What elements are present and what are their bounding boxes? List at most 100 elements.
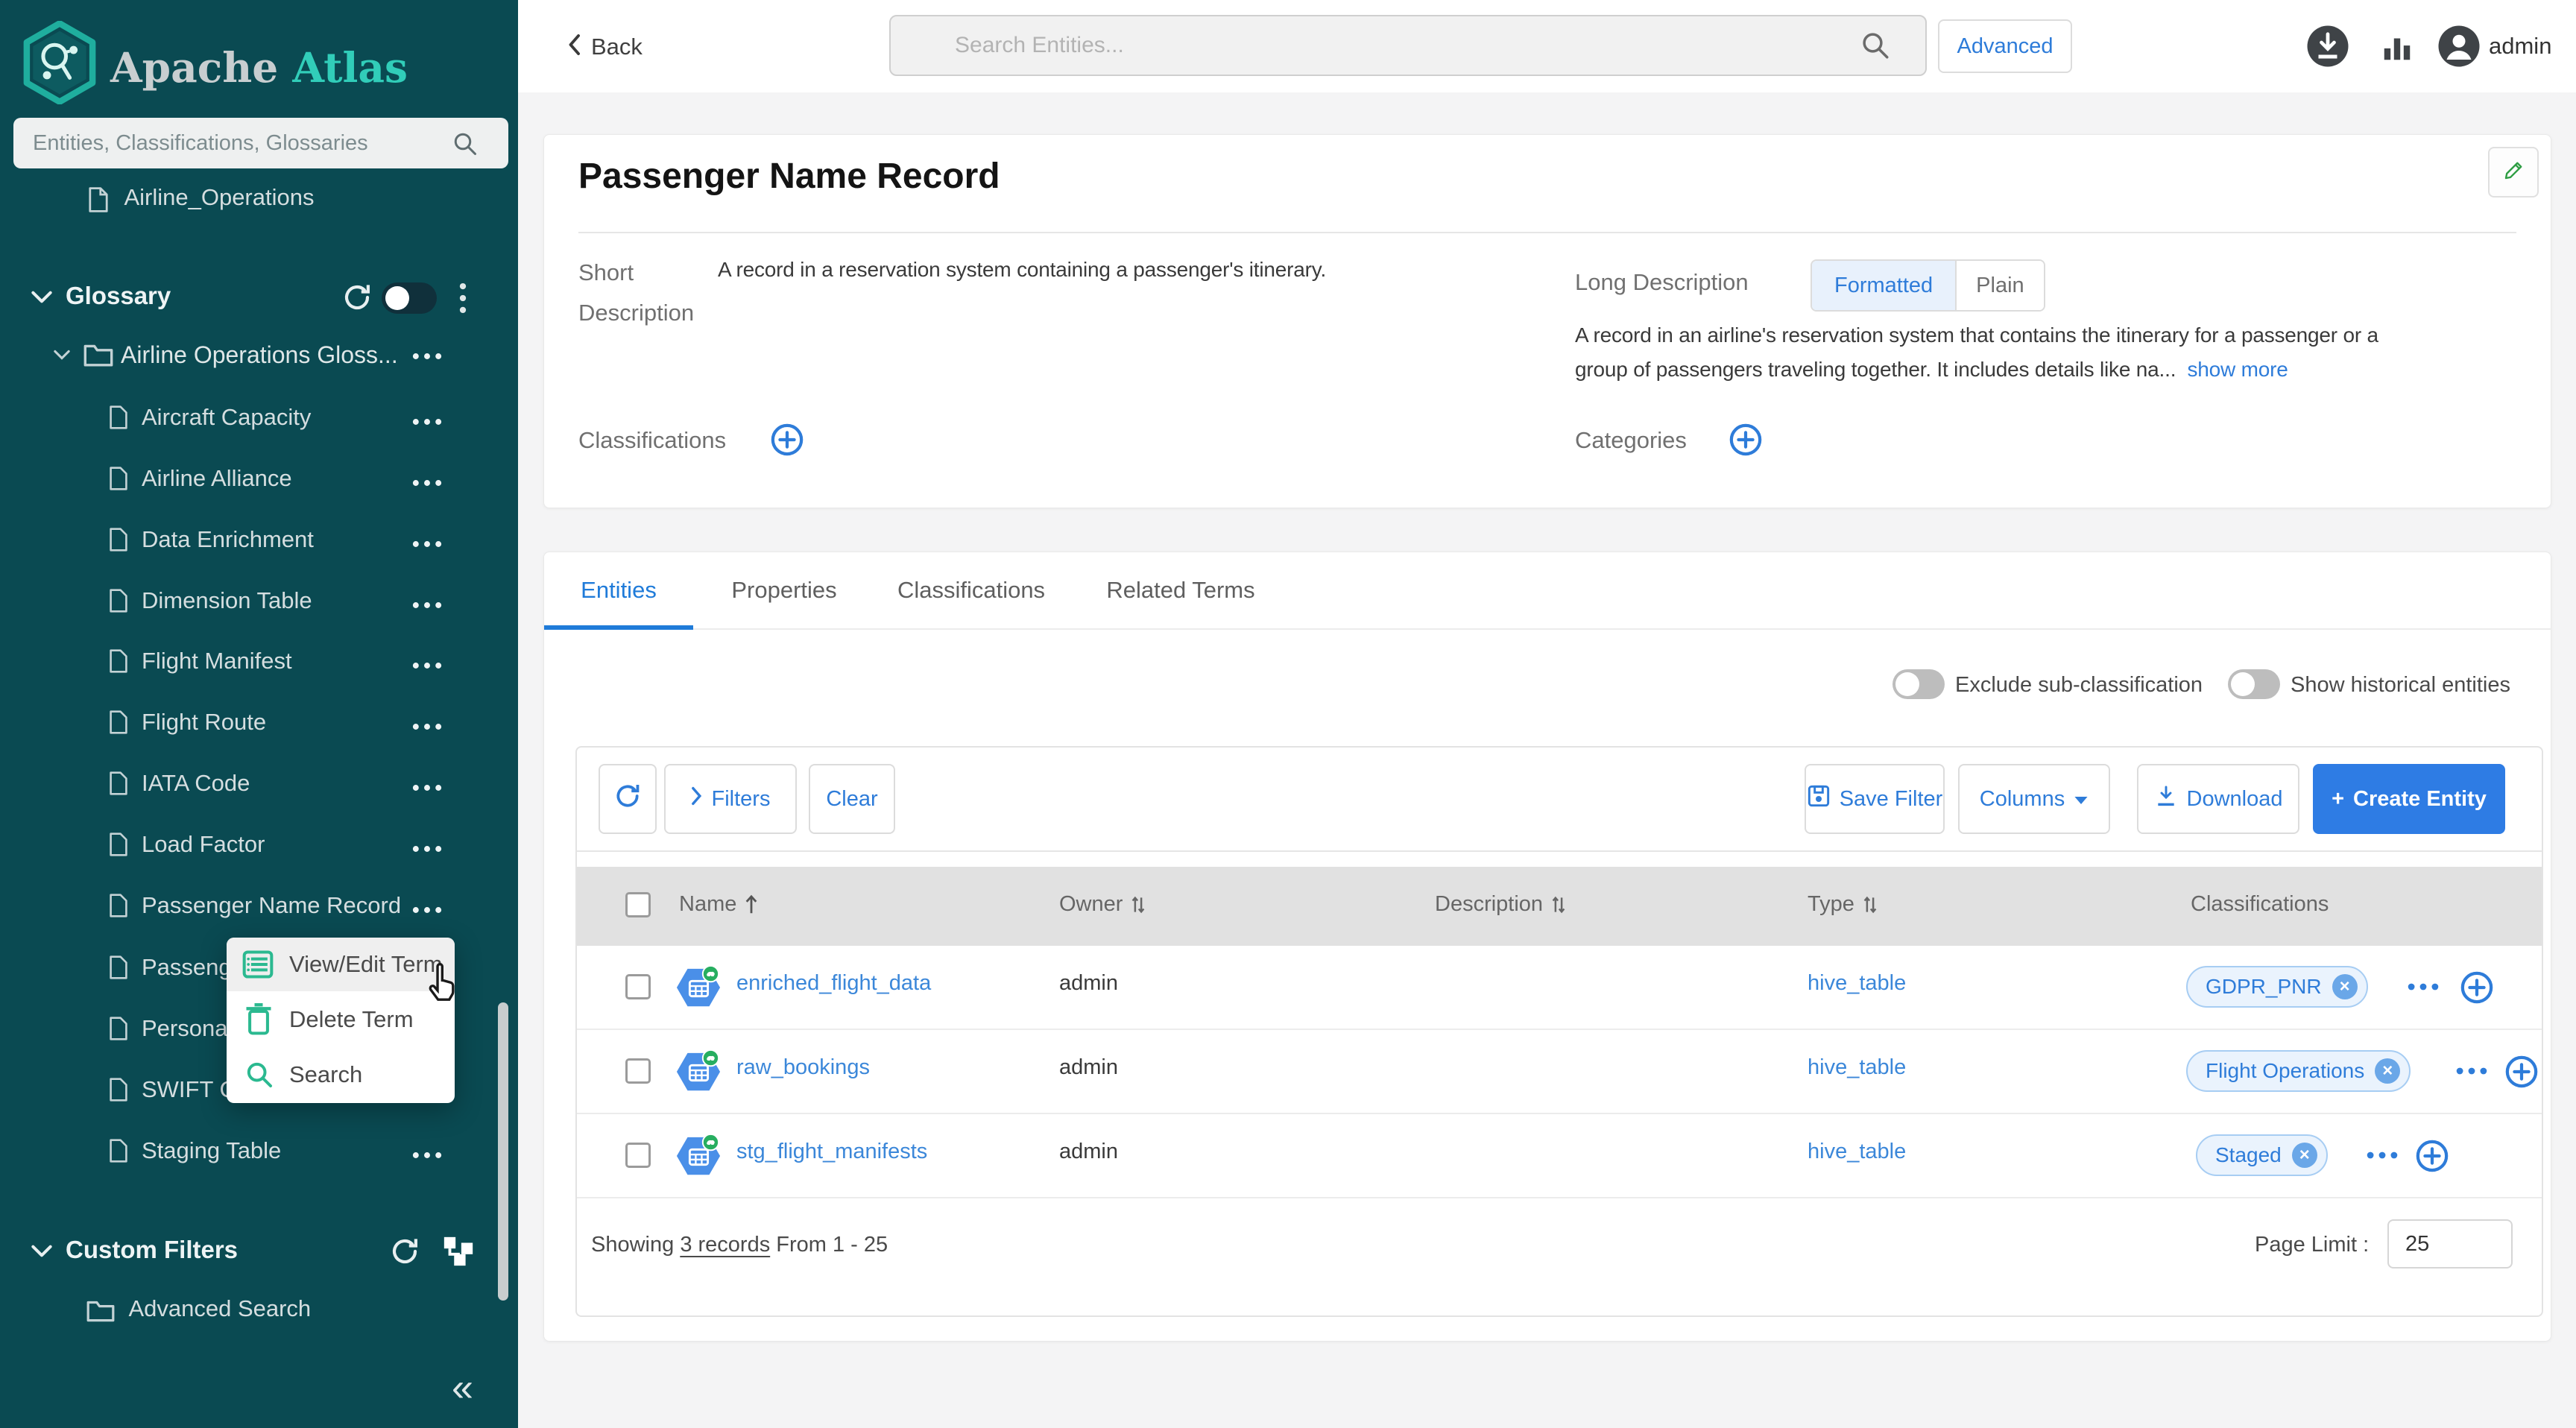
term-row[interactable]: Dimension Table	[0, 586, 518, 619]
classification-pill[interactable]: GDPR_PNR×	[2186, 966, 2368, 1008]
tab-properties[interactable]: Properties	[710, 552, 859, 628]
term-context-menu: View/Edit Term Delete Term Search	[227, 938, 455, 1103]
import-export-icon[interactable]	[2305, 24, 2350, 72]
sidebar-search-icon[interactable]	[452, 130, 479, 161]
row-ellipsis-menu-icon[interactable]	[2407, 982, 2440, 995]
exclude-sub-classification-toggle[interactable]	[1892, 669, 1945, 699]
refresh-results-button[interactable]	[599, 764, 657, 834]
format-toggle-plain[interactable]: Plain	[1957, 261, 2044, 310]
classification-pill[interactable]: Staged×	[2196, 1134, 2328, 1176]
remove-classification-icon[interactable]: ×	[2292, 1143, 2317, 1168]
tab-related-terms[interactable]: Related Terms	[1087, 552, 1275, 628]
glossary-root-label[interactable]: Airline Operations Gloss...	[121, 341, 398, 369]
clear-filters-button[interactable]: Clear	[809, 764, 895, 834]
select-all-checkbox[interactable]	[625, 892, 651, 917]
term-row[interactable]: Staging Table	[0, 1136, 518, 1169]
user-avatar-icon[interactable]	[2437, 24, 2481, 72]
column-header-description[interactable]: Description	[1435, 892, 1567, 917]
download-button[interactable]: Download	[2137, 764, 2299, 834]
hierarchy-icon[interactable]	[441, 1234, 476, 1272]
type-link[interactable]: hive_table	[1808, 1140, 1906, 1164]
records-summary: Showing 3 records From 1 - 25	[591, 1233, 888, 1257]
term-row[interactable]: Data Enrichment	[0, 525, 518, 557]
format-toggle-formatted[interactable]: Formatted	[1812, 261, 1957, 310]
tab-classifications[interactable]: Classifications	[878, 552, 1064, 628]
glossary-section-header[interactable]: Glossary	[66, 282, 171, 310]
custom-filters-header[interactable]: Custom Filters	[66, 1236, 238, 1264]
entity-search-icon[interactable]	[1860, 30, 1891, 65]
row-ellipsis-menu-icon[interactable]	[2366, 1150, 2399, 1163]
edit-term-button[interactable]	[2488, 147, 2539, 198]
tree-item-airline-operations[interactable]: Airline_Operations	[88, 184, 314, 212]
row-checkbox[interactable]	[625, 1058, 651, 1084]
custom-filters-chevron-icon[interactable]	[31, 1245, 52, 1261]
hive-table-entity-icon	[675, 1133, 722, 1183]
menu-item-search[interactable]: Search	[227, 1048, 455, 1102]
long-description-label: Long Description	[1575, 269, 1749, 296]
remove-classification-icon[interactable]: ×	[2332, 974, 2358, 999]
menu-item-view-edit-term[interactable]: View/Edit Term	[227, 938, 455, 991]
column-header-name[interactable]: Name	[679, 892, 759, 917]
advanced-search-button[interactable]: Advanced	[1938, 19, 2072, 73]
column-header-type[interactable]: Type	[1808, 892, 1878, 917]
create-entity-button[interactable]: + Create Entity	[2313, 764, 2505, 834]
owner-cell: admin	[1059, 971, 1118, 996]
add-classification-icon[interactable]	[2504, 1055, 2539, 1093]
sidebar-search-input[interactable]	[13, 118, 508, 168]
term-row[interactable]: Aircraft Capacity	[0, 402, 518, 435]
divider	[577, 850, 2542, 852]
entity-name-link[interactable]: stg_flight_manifests	[736, 1140, 927, 1164]
add-classification-icon[interactable]	[770, 423, 804, 461]
sidebar-item-advanced-search[interactable]: Advanced Search	[86, 1295, 311, 1322]
ellipsis-menu-icon[interactable]	[411, 350, 443, 364]
term-row[interactable]: Flight Route	[0, 707, 518, 740]
add-category-icon[interactable]	[1729, 423, 1763, 461]
term-detail-card: Passenger Name Record Short Description …	[543, 134, 2551, 508]
entity-search-input[interactable]	[889, 15, 1927, 76]
classification-pill[interactable]: Flight Operations×	[2186, 1050, 2411, 1092]
glossary-term-category-toggle[interactable]	[382, 282, 437, 314]
glossary-refresh-icon[interactable]	[341, 282, 373, 317]
tab-entities[interactable]: Entities	[544, 552, 693, 628]
term-row[interactable]: Airline Alliance	[0, 464, 518, 496]
records-count-link[interactable]: 3 records	[680, 1233, 770, 1257]
back-button[interactable]: Back	[567, 33, 643, 60]
term-row[interactable]: Load Factor	[0, 830, 518, 862]
page-limit-input[interactable]	[2387, 1219, 2513, 1269]
save-filter-button[interactable]: Save Filter	[1805, 764, 1945, 834]
atlas-logo-icon	[21, 21, 98, 108]
divider	[578, 232, 2516, 233]
page-title: Passenger Name Record	[578, 156, 1000, 197]
filters-button[interactable]: Filters	[664, 764, 797, 834]
add-classification-icon[interactable]	[2460, 970, 2494, 1008]
type-link[interactable]: hive_table	[1808, 1055, 1906, 1080]
row-ellipsis-menu-icon[interactable]	[2455, 1066, 2488, 1079]
glossary-kebab-menu-icon[interactable]	[459, 282, 467, 318]
term-row[interactable]: IATA Code	[0, 768, 518, 801]
add-classification-icon[interactable]	[2415, 1139, 2449, 1177]
columns-button[interactable]: Columns	[1958, 764, 2110, 834]
glossary-collapse-chevron-icon[interactable]	[31, 291, 52, 307]
brand-atlas: Atlas	[292, 43, 408, 92]
sidebar-scrollbar[interactable]	[498, 1002, 508, 1301]
show-historical-entities-toggle[interactable]	[2228, 669, 2280, 699]
column-header-owner[interactable]: Owner	[1059, 892, 1146, 917]
username-label[interactable]: admin	[2489, 33, 2551, 60]
type-link[interactable]: hive_table	[1808, 971, 1906, 996]
menu-item-delete-term[interactable]: Delete Term	[227, 993, 455, 1046]
chevron-down-icon[interactable]	[54, 350, 70, 364]
entity-name-link[interactable]: enriched_flight_data	[736, 971, 931, 996]
sort-icon	[1130, 894, 1146, 915]
statistics-icon[interactable]	[2380, 30, 2414, 68]
entity-name-link[interactable]: raw_bookings	[736, 1055, 870, 1080]
row-checkbox[interactable]	[625, 1143, 651, 1168]
custom-filters-refresh-icon[interactable]	[389, 1236, 420, 1271]
hive-table-entity-icon	[675, 964, 722, 1014]
term-row[interactable]: Flight Manifest	[0, 646, 518, 679]
row-checkbox[interactable]	[625, 974, 651, 999]
owner-cell: admin	[1059, 1140, 1118, 1164]
term-row-passenger-name-record[interactable]: Passenger Name Record	[0, 891, 518, 923]
sidebar-collapse-icon[interactable]: «	[452, 1365, 473, 1410]
show-more-link[interactable]: show more	[2187, 358, 2288, 381]
remove-classification-icon[interactable]: ×	[2375, 1058, 2400, 1084]
